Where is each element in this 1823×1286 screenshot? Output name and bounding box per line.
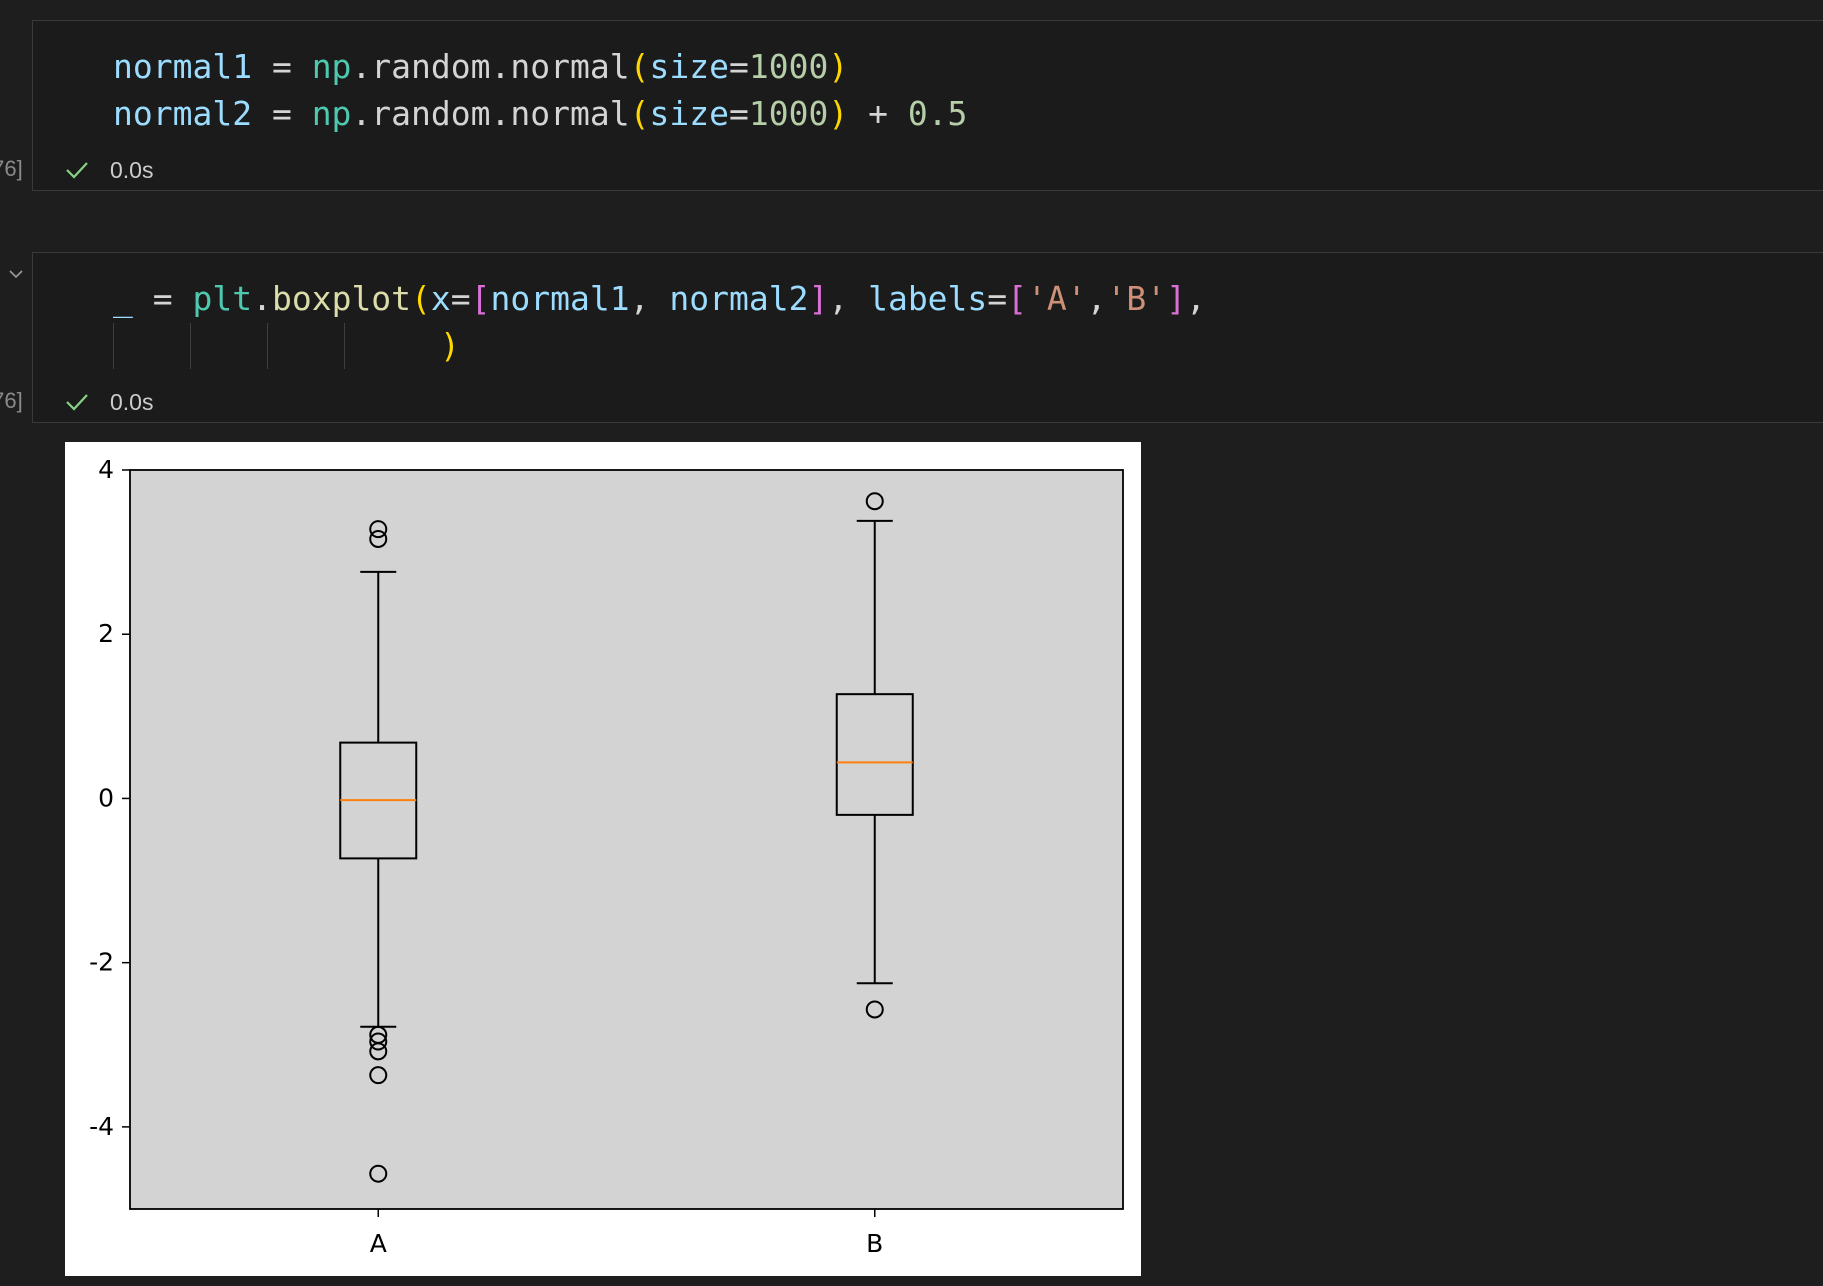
code-line-2[interactable]: ) <box>440 323 460 369</box>
y-tick-label: -2 <box>89 948 114 977</box>
check-icon <box>66 162 88 179</box>
indent-guide <box>267 323 268 369</box>
execution-time: 0.0s <box>110 156 154 183</box>
indent-guide <box>190 323 191 369</box>
execution-time: 0.0s <box>110 388 154 415</box>
indent-guide <box>344 323 345 369</box>
check-icon <box>66 394 88 411</box>
cell-output-plot: 4 2 0 -2 -4 A B <box>65 442 1141 1276</box>
x-tick-label: B <box>866 1229 883 1258</box>
code-line-1[interactable]: _ = plt.boxplot(x=[normal1, normal2], la… <box>113 276 1206 322</box>
y-tick-label: 2 <box>98 619 114 648</box>
indent-guide <box>113 323 114 369</box>
x-tick-label: A <box>370 1229 387 1258</box>
code-cell-2[interactable]: _ = plt.boxplot(x=[normal1, normal2], la… <box>32 252 1823 423</box>
y-tick-label: 0 <box>98 783 114 812</box>
chevron-down-icon[interactable] <box>8 268 24 280</box>
plot-background <box>129 469 1124 1210</box>
execution-count-1: [76] <box>0 156 23 181</box>
cell-status-1: 0.0s <box>32 150 153 190</box>
code-line-2[interactable]: normal2 = np.random.normal(size=1000) + … <box>113 91 967 137</box>
execution-count-2: [76] <box>0 388 23 413</box>
y-tick-label: 4 <box>98 455 114 484</box>
y-tick-label: -4 <box>89 1112 114 1141</box>
code-line-1[interactable]: normal1 = np.random.normal(size=1000) <box>113 44 848 90</box>
cell-status-2: 0.0s <box>32 382 153 422</box>
boxplot-chart: 4 2 0 -2 -4 A B <box>89 455 1124 1258</box>
code-cell-1[interactable]: normal1 = np.random.normal(size=1000) no… <box>32 20 1823 191</box>
